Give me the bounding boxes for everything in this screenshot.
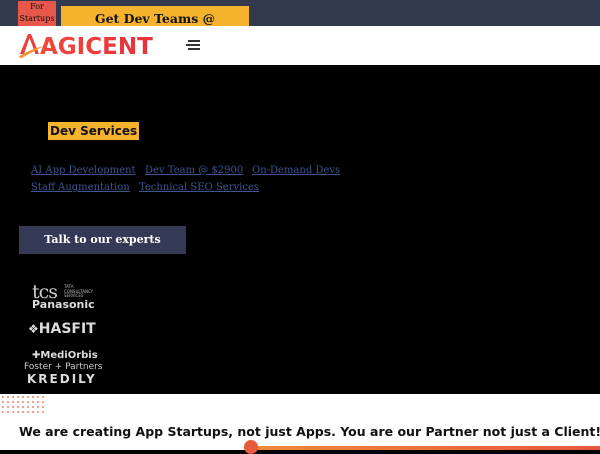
- mediorbis-text: MediOrbis: [40, 350, 98, 361]
- tagline-text: We are creating App Startups, not just A…: [19, 424, 600, 439]
- decorative-dots-pattern: [2, 396, 44, 413]
- talk-to-experts-button[interactable]: Talk to our experts: [19, 226, 186, 254]
- promo-tag-line2: Startups: [19, 14, 55, 23]
- link-on-demand-devs[interactable]: On-Demand Devs: [252, 165, 340, 176]
- decorative-gradient-bar: [252, 446, 600, 450]
- promo-tag: For Startups: [18, 1, 56, 26]
- agicent-logo[interactable]: AGICENT: [18, 30, 173, 60]
- dev-services-badge: Dev Services: [48, 122, 140, 140]
- link-ai-app-development[interactable]: AI App Development: [31, 165, 136, 176]
- logo-text: AGICENT: [40, 34, 153, 60]
- mediorbis-logo: ✚MediOrbis: [32, 350, 98, 361]
- kredily-logo: KREDILY: [27, 372, 97, 386]
- decorative-circle: [244, 440, 258, 454]
- hamburger-menu-icon[interactable]: [186, 39, 200, 51]
- hasfit-mark-icon: ❖: [28, 322, 39, 336]
- hasfit-text: HASFIT: [38, 321, 96, 337]
- promo-tag-line1: For: [30, 2, 44, 11]
- link-technical-seo[interactable]: Technical SEO Services: [139, 182, 259, 193]
- hasfit-logo: ❖HASFIT: [28, 321, 96, 337]
- tcs-logo-subtext: TATA CONSULTANCY SERVICES: [64, 284, 93, 299]
- tagline-section: [0, 394, 600, 450]
- panasonic-logo: Panasonic: [32, 298, 95, 311]
- link-staff-augmentation[interactable]: Staff Augmentation: [31, 182, 130, 193]
- link-dev-team[interactable]: Dev Team @ $2900: [145, 165, 243, 176]
- navbar: AGICENT: [0, 26, 600, 65]
- foster-partners-logo: Foster + Partners: [24, 362, 103, 372]
